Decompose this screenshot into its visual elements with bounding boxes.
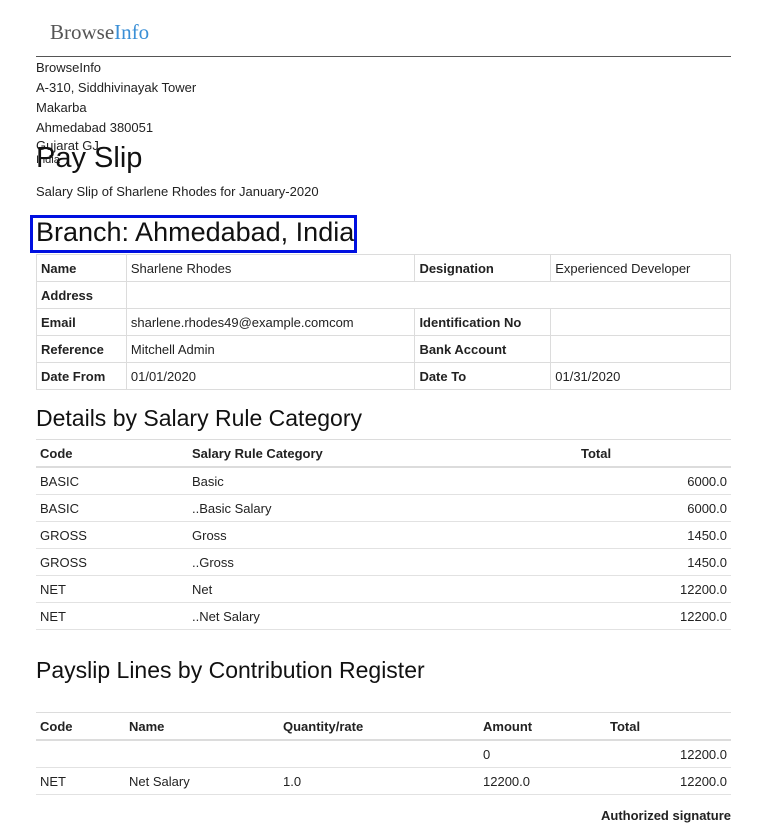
cell-code: NET: [36, 575, 188, 603]
date-from-label: Date From: [36, 362, 127, 390]
address-line: Makarba: [36, 100, 87, 115]
cell-category: Basic: [188, 467, 577, 495]
address-line: BrowseInfo: [36, 60, 102, 75]
cell-quantity-rate: [279, 740, 479, 768]
table-header-row: Code Name Quantity/rate Amount Total: [36, 712, 731, 741]
cell-code: BASIC: [36, 467, 188, 495]
cell-total: 12200.0: [606, 767, 731, 795]
address-label: Address: [36, 281, 127, 309]
column-header-total: Total: [577, 439, 731, 468]
employee-info-table: Name Sharlene Rhodes Designation Experie…: [36, 254, 732, 390]
cell-code: BASIC: [36, 494, 188, 522]
cell-amount: 12200.0: [479, 767, 606, 795]
cell-quantity-rate: 1.0: [279, 767, 479, 795]
cell-total: 6000.0: [577, 467, 731, 495]
column-header-name: Name: [125, 712, 279, 741]
date-to-label: Date To: [414, 362, 552, 390]
cell-code: [36, 740, 125, 768]
employee-designation: Experienced Developer: [550, 254, 731, 282]
authorized-signature-label: Authorized signature: [600, 808, 731, 823]
table-row: BASIC ..Basic Salary 6000.0: [36, 494, 731, 522]
cell-amount: 0: [479, 740, 606, 768]
column-header-code: Code: [36, 712, 125, 741]
contribution-table: Code Name Quantity/rate Amount Total 0 1…: [36, 712, 731, 795]
employee-identification: [550, 308, 731, 336]
cell-code: NET: [36, 767, 125, 795]
category-section-title: Details by Salary Rule Category: [36, 405, 362, 431]
designation-label: Designation: [414, 254, 552, 282]
employee-bank-account: [550, 335, 731, 363]
column-header-quantity-rate: Quantity/rate: [279, 712, 479, 741]
page-subtitle: Salary Slip of Sharlene Rhodes for Janua…: [36, 184, 319, 199]
cell-category: Net: [188, 575, 577, 603]
cell-total: 6000.0: [577, 494, 731, 522]
contribution-section-title: Payslip Lines by Contribution Register: [36, 657, 425, 683]
cell-total: 1450.0: [577, 521, 731, 549]
cell-total: 1450.0: [577, 548, 731, 576]
cell-category: ..Gross: [188, 548, 577, 576]
column-header-total: Total: [606, 712, 731, 741]
logo-text-accent: Info: [114, 20, 150, 44]
company-logo: BrowseInfo: [50, 20, 149, 45]
cell-code: GROSS: [36, 548, 188, 576]
table-row: NET Net 12200.0: [36, 575, 731, 603]
cell-total: 12200.0: [577, 602, 731, 630]
address-line: A-310, Siddhivinayak Tower: [36, 80, 197, 95]
date-from-value: 01/01/2020: [125, 362, 416, 390]
cell-total: 12200.0: [606, 740, 731, 768]
table-row: NET Net Salary 1.0 12200.0 12200.0: [36, 767, 731, 795]
column-header-code: Code: [36, 439, 188, 468]
cell-category: ..Basic Salary: [188, 494, 577, 522]
column-header-amount: Amount: [479, 712, 606, 741]
logo-text-main: Browse: [50, 20, 115, 44]
employee-email: sharlene.rhodes49@example.comcom: [125, 308, 416, 336]
identification-label: Identification No: [414, 308, 552, 336]
table-row: Email sharlene.rhodes49@example.comcom I…: [36, 308, 731, 336]
employee-reference: Mitchell Admin: [125, 335, 416, 363]
email-label: Email: [36, 308, 127, 336]
name-label: Name: [36, 254, 127, 282]
table-row: BASIC Basic 6000.0: [36, 467, 731, 495]
table-row: Date From 01/01/2020 Date To 01/31/2020: [36, 362, 731, 390]
cell-total: 12200.0: [577, 575, 731, 603]
employee-address: [125, 281, 732, 309]
table-row: Name Sharlene Rhodes Designation Experie…: [36, 254, 731, 282]
table-header-row: Code Salary Rule Category Total: [36, 439, 731, 468]
header-divider: [36, 56, 731, 57]
employee-name: Sharlene Rhodes: [125, 254, 416, 282]
page-title: Pay Slip: [36, 142, 143, 174]
reference-label: Reference: [36, 335, 127, 363]
cell-code: NET: [36, 602, 188, 630]
column-header-category: Salary Rule Category: [188, 439, 577, 468]
branch-heading: Branch: Ahmedabad, India: [36, 217, 355, 247]
cell-name: [125, 740, 279, 768]
table-row: GROSS Gross 1450.0: [36, 521, 731, 549]
table-row: NET ..Net Salary 12200.0: [36, 602, 731, 630]
table-row: Address: [36, 281, 732, 309]
cell-name: Net Salary: [125, 767, 279, 795]
table-row: 0 12200.0: [36, 740, 731, 768]
cell-category: Gross: [188, 521, 577, 549]
table-row: Reference Mitchell Admin Bank Account: [36, 335, 731, 363]
bank-account-label: Bank Account: [414, 335, 552, 363]
date-to-value: 01/31/2020: [550, 362, 731, 390]
category-table: Code Salary Rule Category Total BASIC Ba…: [36, 439, 731, 630]
cell-category: ..Net Salary: [188, 602, 577, 630]
address-line: Ahmedabad 380051: [36, 120, 154, 135]
table-row: GROSS ..Gross 1450.0: [36, 548, 731, 576]
cell-code: GROSS: [36, 521, 188, 549]
